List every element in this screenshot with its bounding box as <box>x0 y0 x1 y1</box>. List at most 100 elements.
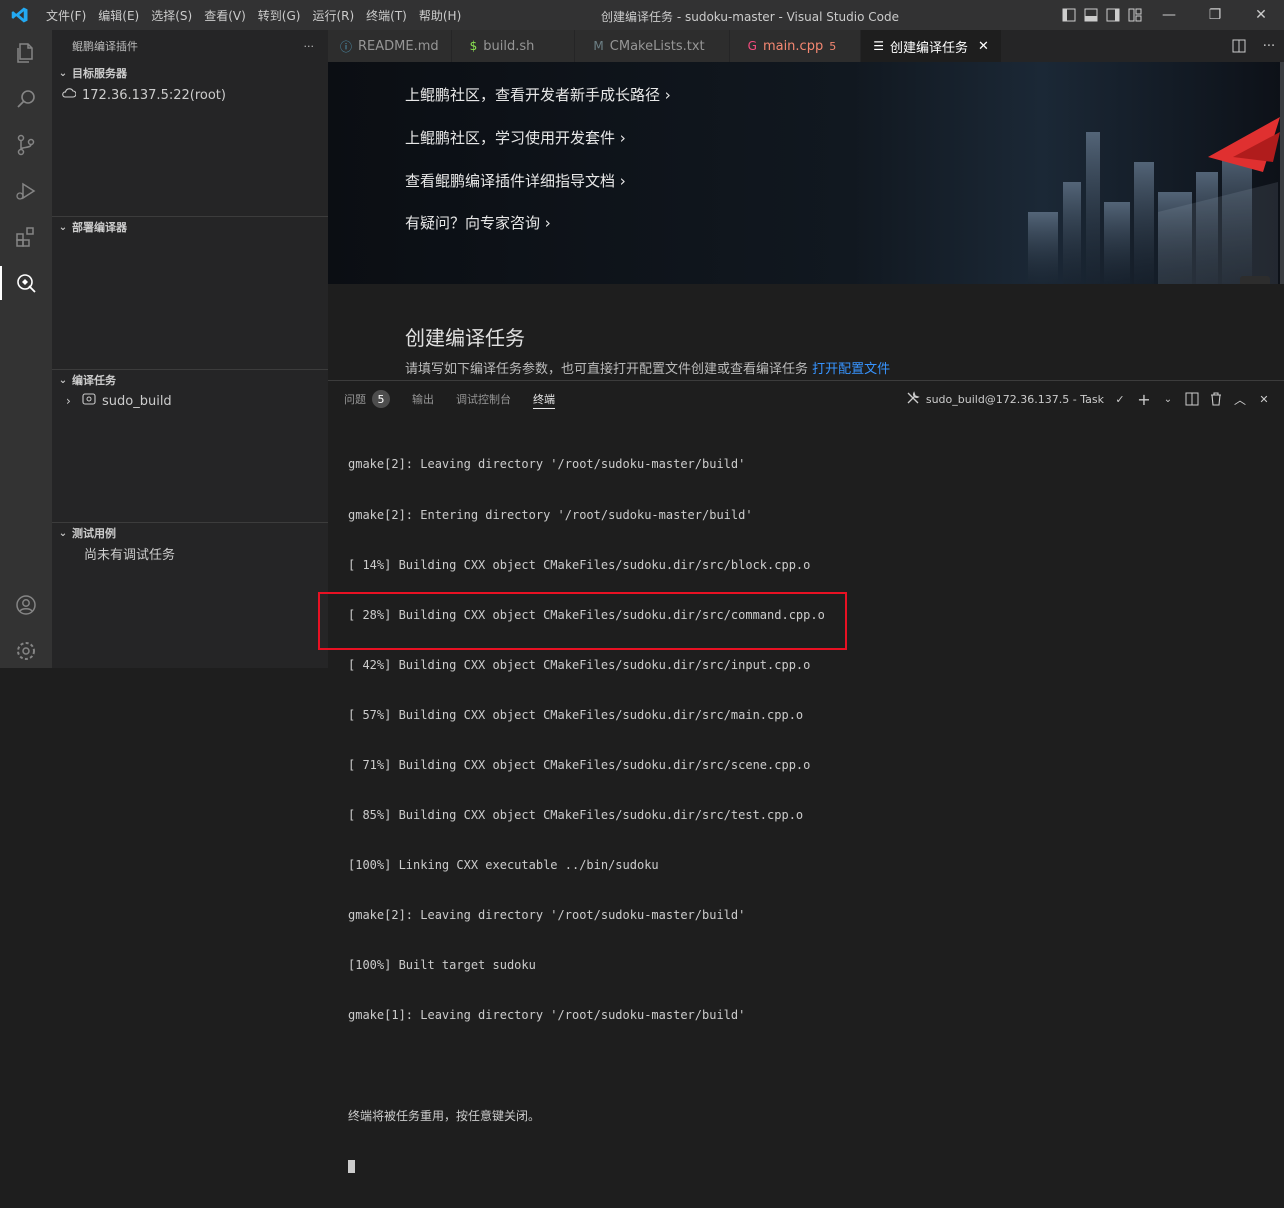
more-actions-icon[interactable]: ··· <box>1254 30 1284 62</box>
activity-bar <box>0 30 52 668</box>
menu-terminal[interactable]: 终端(T) <box>360 7 413 24</box>
tab-readme[interactable]: ⓘ README.md <box>328 30 452 62</box>
problems-badge: 5 <box>372 390 390 408</box>
panel-tab-debug-console[interactable]: 调试控制台 <box>456 381 511 417</box>
panel-tab-terminal[interactable]: 终端 <box>533 381 555 417</box>
section-target-server-title: 目标服务器 <box>72 67 127 80</box>
editor-tabs: ⓘ README.md $ build.sh M CMakeLists.txt … <box>328 30 1284 62</box>
terminal-output[interactable]: gmake[2]: Leaving directory '/root/sudok… <box>348 423 825 1208</box>
settings-gear-icon[interactable] <box>0 628 52 674</box>
split-terminal-icon[interactable] <box>1180 381 1204 417</box>
menu-go[interactable]: 转到(G) <box>252 7 307 24</box>
section-deploy-compiler[interactable]: ⌄ 部署编译器 <box>52 216 328 238</box>
tab-cmakelists-label: CMakeLists.txt <box>609 38 705 54</box>
menu-file[interactable]: 文件(F) <box>40 7 92 24</box>
search-icon[interactable] <box>0 76 52 122</box>
toggle-panel-icon[interactable] <box>1080 0 1102 30</box>
check-icon[interactable]: ✓ <box>1108 381 1132 417</box>
source-control-icon[interactable] <box>0 122 52 168</box>
chevron-right-icon: › <box>66 394 71 408</box>
cpp-icon: G <box>747 39 757 53</box>
empty-test-message: 尚未有调试任务 <box>84 547 176 563</box>
sidebar-title-label: 鲲鹏编译插件 <box>72 40 138 53</box>
terminal-cursor-line <box>348 1158 825 1175</box>
link-plugin-docs[interactable]: 查看鲲鹏编译插件详细指导文档 › <box>405 170 626 191</box>
chevron-down-icon: ⌄ <box>58 67 68 79</box>
section-compile-tasks[interactable]: ⌄ 编译任务 <box>52 369 328 391</box>
section-compile-tasks-title: 编译任务 <box>72 374 116 387</box>
task-item[interactable]: › sudo_build <box>66 390 172 412</box>
terminal-line: gmake[2]: Leaving directory '/root/sudok… <box>348 908 746 923</box>
server-item[interactable]: 172.36.137.5:22(root) <box>62 84 226 106</box>
open-config-link[interactable]: 打开配置文件 <box>812 362 890 377</box>
form-description-text: 请填写如下编译任务参数，也可直接打开配置文件创建或查看编译任务 <box>405 362 809 377</box>
link-growth-path[interactable]: 上鲲鹏社区，查看开发者新手成长路径 › <box>405 84 671 105</box>
tab-main-cpp[interactable]: G main.cpp 5 <box>729 30 862 62</box>
tab-main-cpp-label: main.cpp <box>762 38 824 54</box>
close-panel-icon[interactable]: ✕ <box>1252 381 1276 417</box>
terminal-line: [ 71%] Building CXX object CMakeFiles/su… <box>348 757 811 772</box>
task-item-label: sudo_build <box>102 393 172 409</box>
toggle-sidebar-icon[interactable] <box>1058 0 1080 30</box>
menu-run[interactable]: 运行(R) <box>306 7 360 24</box>
close-window-icon[interactable]: ✕ <box>1238 0 1284 30</box>
minimize-icon[interactable]: — <box>1146 0 1192 30</box>
task-icon <box>82 392 96 410</box>
menu-help[interactable]: 帮助(H) <box>413 7 467 24</box>
link-ask-expert[interactable]: 有疑问？向专家咨询 › <box>405 212 551 233</box>
new-terminal-icon[interactable]: + <box>1132 381 1156 417</box>
terminal-task-selector[interactable]: sudo_build@172.36.137.5 - Task <box>926 393 1104 406</box>
menu-edit[interactable]: 编辑(E) <box>92 7 145 24</box>
window-title: 创建编译任务 - sudoku-master - Visual Studio C… <box>601 10 899 24</box>
maximize-panel-icon[interactable]: ︿ <box>1228 381 1252 417</box>
vscode-logo-icon[interactable] <box>0 0 40 30</box>
customize-layout-icon[interactable] <box>1124 0 1146 30</box>
terminal-line: [ 57%] Building CXX object CMakeFiles/su… <box>348 707 804 722</box>
section-test-cases[interactable]: ⌄ 测试用例 <box>52 522 328 544</box>
kunpeng-compiler-plugin-icon[interactable] <box>0 260 52 306</box>
panel-tab-output[interactable]: 输出 <box>412 381 434 417</box>
chevron-down-icon[interactable]: ⌄ <box>1156 381 1180 417</box>
terminal-line: [ 85%] Building CXX object CMakeFiles/su… <box>348 808 804 823</box>
terminal-cursor <box>348 1159 355 1173</box>
editor-scrollbar[interactable] <box>1280 62 1284 284</box>
preview-icon: ☰ <box>873 39 884 53</box>
terminal-line: [ 14%] Building CXX object CMakeFiles/su… <box>348 557 811 572</box>
editor-actions: ··· <box>1224 30 1284 62</box>
trash-icon[interactable] <box>1204 381 1228 417</box>
tab-create-task-label: 创建编译任务 <box>889 40 968 56</box>
dollar-icon: $ <box>469 39 478 53</box>
terminal-line: gmake[2]: Leaving directory '/root/sudok… <box>348 457 746 472</box>
account-icon[interactable] <box>0 582 52 628</box>
form-title: 创建编译任务 <box>405 326 525 350</box>
sidebar: 鲲鹏编译插件 ··· ⌄ 目标服务器 172.36.137.5:22(root)… <box>52 30 328 668</box>
terminal-line: [100%] Built target sudoku <box>348 958 536 973</box>
tab-build-sh[interactable]: $ build.sh <box>451 30 576 62</box>
section-test-cases-title: 测试用例 <box>72 527 116 540</box>
extensions-icon[interactable] <box>0 214 52 260</box>
section-deploy-compiler-title: 部署编译器 <box>72 221 127 234</box>
menu-selection[interactable]: 选择(S) <box>145 7 198 24</box>
create-task-form: 创建编译任务 请填写如下编译任务参数，也可直接打开配置文件创建或查看编译任务 打… <box>328 284 1280 380</box>
tab-build-sh-label: build.sh <box>483 38 535 54</box>
section-target-server[interactable]: ⌄ 目标服务器 <box>52 62 328 84</box>
split-editor-icon[interactable] <box>1224 30 1254 62</box>
tab-create-task[interactable]: ☰ 创建编译任务 ✕ <box>861 30 1002 62</box>
link-devkit[interactable]: 上鲲鹏社区，学习使用开发套件 › <box>405 127 626 148</box>
chevron-down-icon: ⌄ <box>58 221 68 233</box>
more-actions-icon[interactable]: ··· <box>304 40 315 53</box>
tab-cmakelists[interactable]: M CMakeLists.txt <box>575 30 730 62</box>
explorer-icon[interactable] <box>0 30 52 76</box>
welcome-banner: 上鲲鹏社区，查看开发者新手成长路径 › 上鲲鹏社区，学习使用开发套件 › 查看鲲… <box>328 62 1280 284</box>
form-description: 请填写如下编译任务参数，也可直接打开配置文件创建或查看编译任务 打开配置文件 <box>405 358 890 377</box>
close-tab-icon[interactable]: ✕ <box>978 39 989 54</box>
tab-readme-label: README.md <box>358 38 439 54</box>
terminal-actions: sudo_build@172.36.137.5 - Task ✓ + ⌄ ︿ ✕ <box>906 381 1276 417</box>
menu-view[interactable]: 查看(V) <box>198 7 252 24</box>
run-debug-icon[interactable] <box>0 168 52 214</box>
info-icon: ⓘ <box>340 39 353 54</box>
restore-icon[interactable]: ❐ <box>1192 0 1238 30</box>
toggle-secondary-sidebar-icon[interactable] <box>1102 0 1124 30</box>
panel-tab-problems[interactable]: 问题 5 <box>344 381 390 417</box>
